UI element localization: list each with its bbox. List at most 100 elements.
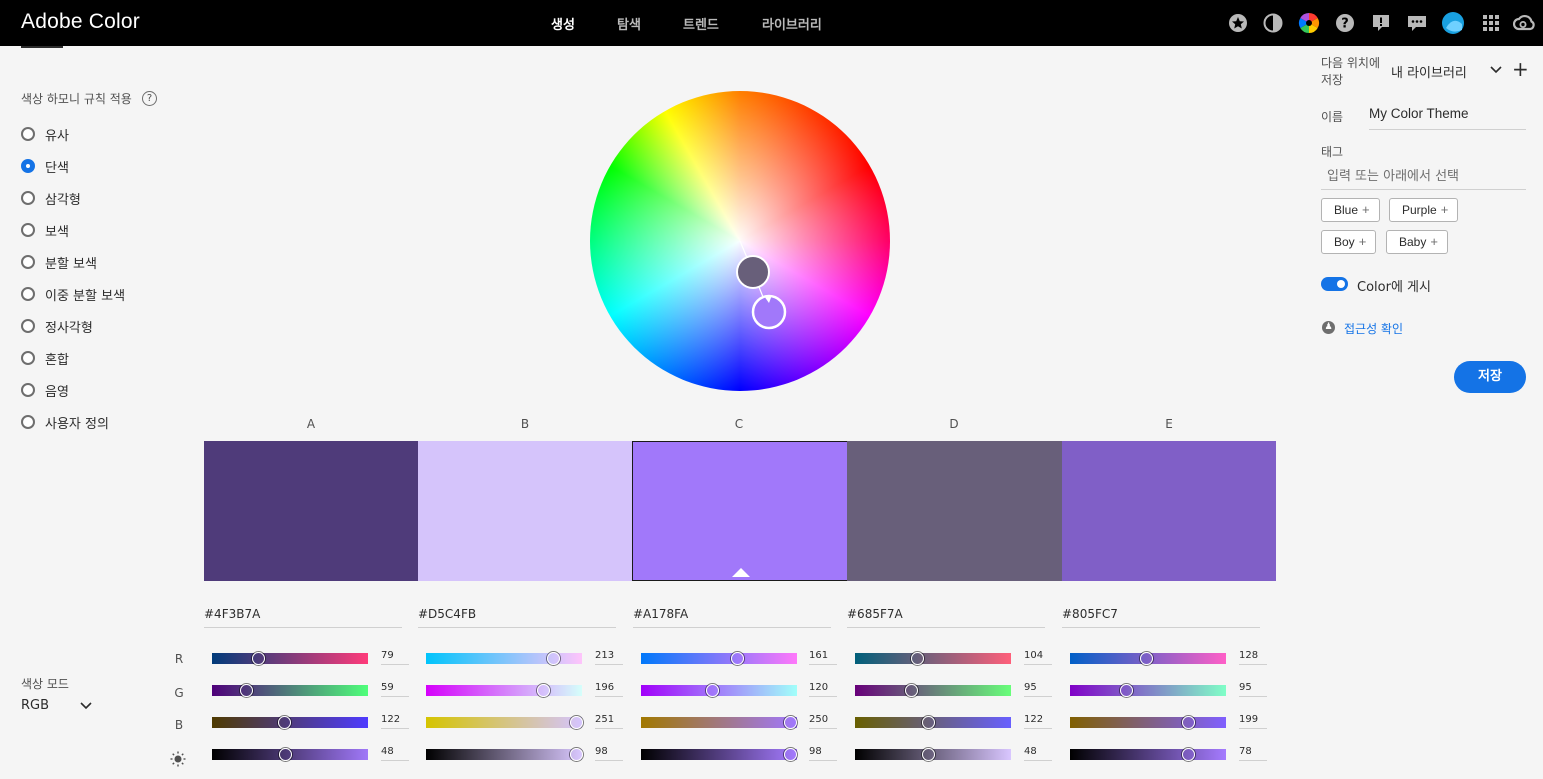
creative-cloud-icon[interactable] [1513,12,1535,34]
slider-knob[interactable] [278,716,291,729]
radio-icon[interactable] [21,383,35,397]
theme-name-input[interactable]: My Color Theme [1369,104,1526,130]
slider-e-blue[interactable] [1070,716,1226,729]
add-library-button[interactable]: + [1512,59,1529,79]
harmony-rule-triad[interactable]: 삼각형 [21,188,81,208]
hex-input-b[interactable]: #D5C4FB [418,607,616,628]
chevron-down-icon[interactable] [1489,63,1503,77]
tag-blue[interactable]: Blue + [1321,198,1380,222]
help-icon[interactable]: ? [1334,12,1356,34]
radio-icon[interactable] [21,255,35,269]
slider-knob[interactable] [1120,684,1133,697]
slider-b-green[interactable] [426,684,582,697]
star-icon[interactable] [1227,12,1249,34]
hex-input-d[interactable]: #685F7A [847,607,1045,628]
slider-c-brightness[interactable] [641,748,797,761]
value-a-red[interactable]: 79 [381,650,409,665]
radio-icon[interactable] [21,223,35,237]
slider-knob[interactable] [706,684,719,697]
hex-input-a[interactable]: #4F3B7A [204,607,402,628]
value-e-blue[interactable]: 199 [1239,714,1267,729]
slider-knob[interactable] [905,684,918,697]
radio-icon[interactable] [21,191,35,205]
color-wheel-icon[interactable] [1298,12,1320,34]
harmony-rule-compound[interactable]: 혼합 [21,348,69,368]
slider-b-brightness[interactable] [426,748,583,761]
value-c-brightness[interactable]: 98 [809,746,837,761]
harmony-rule-analogous[interactable]: 유사 [21,124,69,144]
swatch-b[interactable] [418,441,632,581]
nav-explore[interactable]: 탐색 [617,14,641,33]
value-e-red[interactable]: 128 [1239,650,1267,665]
harmony-rule-double-split[interactable]: 이중 분할 보색 [21,284,125,304]
slider-a-green[interactable] [212,684,368,697]
slider-b-red[interactable] [426,652,582,665]
harmony-rule-shades[interactable]: 음영 [21,380,69,400]
slider-knob[interactable] [537,684,550,697]
tag-boy[interactable]: Boy + [1321,230,1377,254]
harmony-rule-complementary[interactable]: 보색 [21,220,69,240]
value-a-green[interactable]: 59 [381,682,409,697]
hex-input-e[interactable]: #805FC7 [1062,607,1260,628]
value-a-blue[interactable]: 122 [381,714,409,729]
swatch-d[interactable] [847,441,1062,581]
slider-a-blue[interactable] [212,716,368,729]
app-logo[interactable]: Adobe Color [21,10,140,34]
slider-knob[interactable] [784,716,797,729]
radio-icon[interactable] [21,351,35,365]
accessibility-check-link[interactable]: 접근성 확인 [1344,320,1403,337]
chevron-down-icon[interactable] [79,699,93,713]
value-d-brightness[interactable]: 48 [1024,746,1052,761]
value-d-blue[interactable]: 122 [1024,714,1052,729]
value-b-brightness[interactable]: 98 [595,746,623,761]
swatch-a[interactable] [204,441,418,581]
slider-knob[interactable] [911,652,924,665]
chat-icon[interactable] [1406,12,1428,34]
slider-e-green[interactable] [1070,684,1226,697]
value-b-blue[interactable]: 251 [595,714,623,729]
slider-knob[interactable] [731,652,744,665]
apps-grid-icon[interactable] [1480,12,1502,34]
slider-knob[interactable] [570,748,583,761]
contrast-icon[interactable] [1262,12,1284,34]
nav-trends[interactable]: 트렌드 [683,14,719,33]
radio-icon[interactable] [21,319,35,333]
swatch-e[interactable] [1062,441,1276,581]
slider-c-green[interactable] [641,684,797,697]
value-c-green[interactable]: 120 [809,682,837,697]
slider-knob[interactable] [547,652,560,665]
slider-b-blue[interactable] [426,716,583,729]
harmony-rule-custom[interactable]: 사용자 정의 [21,412,109,432]
slider-d-blue[interactable] [855,716,1011,729]
radio-icon[interactable] [21,127,35,141]
slider-a-brightness[interactable] [212,748,368,761]
slider-a-red[interactable] [212,652,368,665]
harmony-rule-square[interactable]: 정사각형 [21,316,93,336]
slider-c-red[interactable] [641,652,797,665]
color-mode-select[interactable]: RGB [21,698,49,713]
publish-toggle[interactable] [1321,277,1348,291]
radio-icon[interactable] [21,415,35,429]
nav-libraries[interactable]: 라이브러리 [762,14,822,33]
tag-baby[interactable]: Baby + [1386,230,1448,254]
hex-input-c[interactable]: #A178FA [633,607,831,628]
nav-create[interactable]: 생성 [551,14,575,33]
slider-e-brightness[interactable] [1070,748,1226,761]
slider-knob[interactable] [240,684,253,697]
slider-knob[interactable] [279,748,292,761]
value-b-green[interactable]: 196 [595,682,623,697]
avatar[interactable] [1442,12,1464,34]
value-e-brightness[interactable]: 78 [1239,746,1267,761]
tag-purple[interactable]: Purple + [1389,198,1459,222]
slider-knob[interactable] [784,748,797,761]
value-b-red[interactable]: 213 [595,650,623,665]
value-a-brightness[interactable]: 48 [381,746,409,761]
value-e-green[interactable]: 95 [1239,682,1267,697]
slider-knob[interactable] [1182,716,1195,729]
library-select[interactable]: 내 라이브러리 [1391,62,1467,81]
slider-knob[interactable] [1140,652,1153,665]
slider-knob[interactable] [252,652,265,665]
save-button[interactable]: 저장 [1454,361,1526,393]
help-icon[interactable]: ? [142,91,157,106]
value-d-green[interactable]: 95 [1024,682,1052,697]
